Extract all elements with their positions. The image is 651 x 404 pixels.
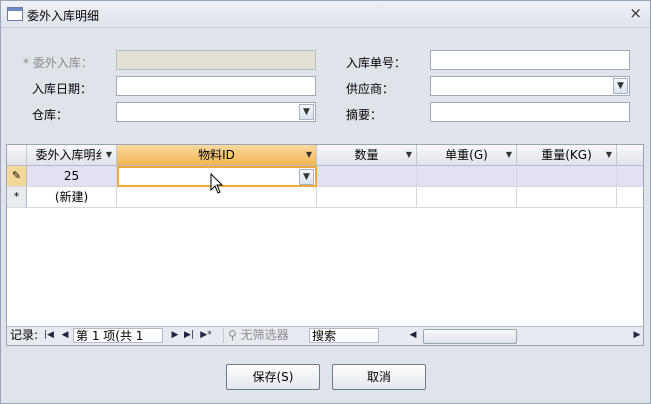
summary-field[interactable] [430,102,630,122]
chevron-down-icon[interactable]: ▼ [106,145,112,165]
horizontal-scrollbar-thumb[interactable] [423,329,517,344]
scroll-left-icon[interactable]: ◀ [407,328,419,343]
wwrk-field [116,50,316,70]
quantity-cell[interactable] [317,166,417,187]
row-selector[interactable]: * [7,187,27,208]
cancel-button[interactable]: 取消 [332,364,426,390]
chevron-down-icon[interactable]: ▼ [306,145,312,165]
column-header[interactable]: 单重(G) ▼ [417,145,517,166]
id-cell[interactable]: (新建) [27,187,117,208]
column-header-label: 重量(KG) [541,148,592,162]
records-label: 记录: [10,328,39,342]
column-header-label: 委外入库明纟 [35,148,108,162]
date-field[interactable] [116,76,316,96]
table-row[interactable]: 25 ▼ [27,166,643,187]
first-record-icon[interactable]: |◀ [43,328,55,343]
column-header-label: 物料ID [198,148,235,162]
wwrk-label: * 委外入库： [23,56,93,70]
date-label: 入库日期： [32,82,93,96]
record-navigation-bar: 记录: |◀ ◀ 第 1 项(共 1 项) ▶ ▶| ▶* ⚲ 无筛选器 搜索 … [7,326,643,345]
chevron-down-icon[interactable]: ▼ [613,78,628,94]
title-bar: 委外入库明细 × [1,1,650,28]
record-position[interactable]: 第 1 项(共 1 项) [73,328,163,345]
prev-record-icon[interactable]: ◀ [59,328,71,343]
order-no-field[interactable] [430,50,630,70]
select-all-corner[interactable] [7,145,27,166]
chevron-down-icon[interactable]: ▼ [606,145,612,165]
column-header[interactable]: 重量(KG) ▼ [517,145,617,166]
next-record-icon[interactable]: ▶ [169,328,181,343]
weight-cell[interactable] [517,166,617,187]
filter-indicator[interactable]: ⚲ 无筛选器 [223,328,305,343]
unit-weight-cell[interactable] [417,166,517,187]
column-header-label: 数量 [354,148,379,162]
new-record-icon[interactable]: ▶* [199,328,213,343]
chevron-down-icon[interactable]: ▼ [406,145,412,165]
table-row[interactable]: (新建) [27,187,643,208]
supplier-label: 供应商： [346,82,395,96]
order-no-label: 入库单号： [346,56,407,70]
unit-weight-cell[interactable] [417,187,517,208]
supplier-combo[interactable]: ▼ [430,76,630,96]
close-icon[interactable]: × [629,4,642,22]
chevron-down-icon[interactable]: ▼ [299,169,314,185]
quantity-cell[interactable] [317,187,417,208]
detail-datasheet[interactable]: 委外入库明纟 ▼ 物料ID ▼ 数量 ▼ 单重(G) ▼ 重量(KG) ▼ ✎ … [6,144,644,346]
summary-label: 摘要： [346,108,383,122]
window-title: 委外入库明细 [27,9,100,23]
column-header[interactable]: 委外入库明纟 ▼ [27,145,117,166]
column-header-label: 单重(G) [445,148,488,162]
column-header[interactable]: 物料ID ▼ [117,145,317,166]
column-header-empty [617,145,643,166]
dialog-window: 委外入库明细 × * 委外入库： 入库日期： 仓库： ▼ 入库单号： 供应商： … [0,0,651,404]
column-header[interactable]: 数量 ▼ [317,145,417,166]
chevron-down-icon[interactable]: ▼ [299,104,314,120]
weight-cell[interactable] [517,187,617,208]
warehouse-combo[interactable]: ▼ [116,102,316,122]
last-record-icon[interactable]: ▶| [183,328,195,343]
form-icon [7,7,23,21]
funnel-icon: ⚲ [228,328,237,342]
search-input[interactable]: 搜索 [309,328,379,343]
mouse-cursor-icon [210,173,224,194]
save-button[interactable]: 保存(S) [226,364,320,390]
row-selector[interactable]: ✎ [7,166,27,187]
warehouse-label: 仓库： [32,108,69,122]
chevron-down-icon[interactable]: ▼ [506,145,512,165]
scroll-right-icon[interactable]: ▶ [631,328,643,343]
filter-label: 无筛选器 [240,328,289,342]
id-cell[interactable]: 25 [27,166,117,187]
